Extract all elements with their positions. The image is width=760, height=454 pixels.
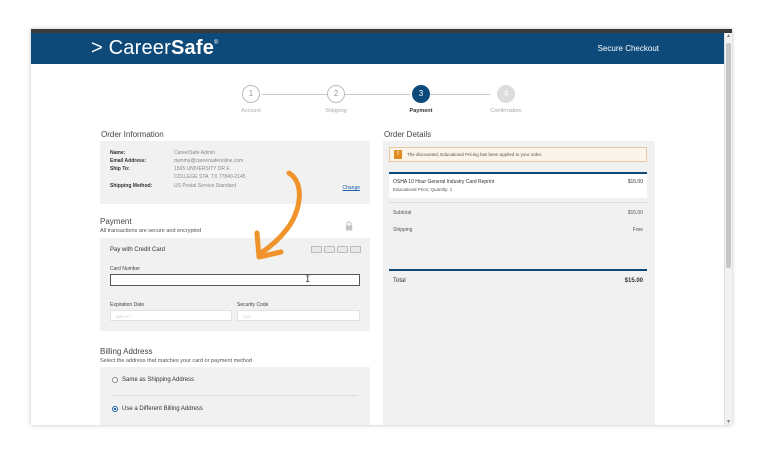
discover-card-icon <box>350 246 361 253</box>
payment-title: Payment <box>100 217 132 226</box>
expiration-date-label: Expiration Date <box>110 302 145 308</box>
step-number: 3 <box>412 85 430 103</box>
pricing-notice: ! The discounted, Educational Pricing ha… <box>389 147 647 162</box>
lock-icon <box>345 221 353 231</box>
scroll-thumb[interactable] <box>726 43 731 268</box>
security-code-label: Security Code <box>237 302 269 308</box>
order-information-box: Name: CareerSafe Admin Email Address: du… <box>100 141 370 204</box>
warning-icon: ! <box>394 150 402 159</box>
scroll-up-icon[interactable]: ▲ <box>726 33 731 39</box>
credit-card-panel: Pay with Credit Card Card Number I Expir… <box>100 238 370 331</box>
total-row: Total $15.00 <box>393 278 643 284</box>
step-shipping: 2 Shipping <box>306 85 366 114</box>
browser-viewport: > CareerSafe® Secure Checkout ▲ ▼ 1 Acco… <box>31 29 732 425</box>
billing-options: Same as Shipping Address Use a Different… <box>100 367 370 425</box>
step-label: Confirmation <box>490 108 522 114</box>
step-number: 4 <box>497 85 515 103</box>
billing-option-different[interactable]: Use a Different Billing Address <box>112 406 203 412</box>
step-number: 2 <box>327 85 345 103</box>
step-confirmation: 4 Confirmation <box>476 85 536 114</box>
order-details-box: ! The discounted, Educational Pricing ha… <box>383 141 655 425</box>
checkout-progress: 1 Account 2 Shipping 3 Payment 4 Confirm… <box>221 85 541 115</box>
item-name: OSHA 10 Hour General Industry Card Repri… <box>393 179 495 185</box>
billing-address-title: Billing Address <box>100 347 153 356</box>
divider <box>389 202 647 203</box>
billing-address-subtitle: Select the address that matches your car… <box>100 358 252 364</box>
accepted-cards <box>311 246 361 253</box>
careersafe-logo[interactable]: > CareerSafe® <box>91 37 219 60</box>
radio-different[interactable] <box>112 406 118 412</box>
order-item: OSHA 10 Hour General Industry Card Repri… <box>389 172 647 198</box>
expiration-date-input[interactable]: MM / YY <box>110 310 232 321</box>
divider <box>112 395 358 396</box>
payment-subtitle: All transactions are secure and encrypte… <box>100 228 202 234</box>
card-number-label: Card Number <box>110 266 141 272</box>
order-details-title: Order Details <box>384 130 432 139</box>
subtotal-row: Subtotal $15.00 <box>393 210 643 216</box>
text-cursor-icon: I <box>305 275 311 285</box>
step-account: 1 Account <box>221 85 281 114</box>
total-divider <box>389 269 647 271</box>
change-shipping-link[interactable]: Change <box>342 185 360 191</box>
site-header: > CareerSafe® Secure Checkout <box>31 33 724 64</box>
secure-checkout-label: Secure Checkout <box>597 44 659 53</box>
step-number: 1 <box>242 85 260 103</box>
shipping-row: Shipping Free <box>393 227 643 233</box>
item-price: $15.00 <box>627 179 643 185</box>
amex-card-icon <box>337 246 348 253</box>
radio-same[interactable] <box>112 377 118 383</box>
step-label: Shipping <box>325 108 347 114</box>
mastercard-icon <box>324 246 335 253</box>
pay-with-credit-card: Pay with Credit Card <box>110 247 166 253</box>
billing-option-same[interactable]: Same as Shipping Address <box>112 377 194 383</box>
security-code-input[interactable]: CVV <box>237 310 360 321</box>
step-label: Payment <box>409 108 433 114</box>
card-number-input[interactable] <box>110 274 360 286</box>
item-subtitle: Educational Price; Quantity: 1 <box>393 187 453 192</box>
page-scrollbar[interactable]: ▲ ▼ <box>724 33 732 425</box>
scroll-down-icon[interactable]: ▼ <box>726 419 731 425</box>
annotation-arrow <box>254 170 302 260</box>
order-information-title: Order Information <box>101 130 164 139</box>
step-payment: 3 Payment <box>391 85 451 114</box>
step-label: Account <box>241 108 261 114</box>
